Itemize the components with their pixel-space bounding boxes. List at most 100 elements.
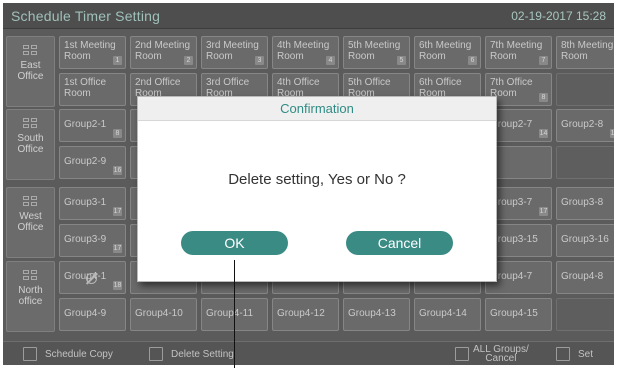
office-name: East Office [17,60,44,82]
group-number-badge: 14 [539,129,548,138]
group-cell-label: Group4-10 [135,308,183,319]
group-cell-label: 2nd Meeting Room [135,40,191,62]
group-number-badge: 1 [113,56,122,65]
set-button[interactable]: Set [556,346,608,364]
office-icon [23,196,39,207]
group-cell-label: 7th Meeting Room [490,40,543,62]
group-cell[interactable]: 6th Meeting Room 6 [414,36,481,69]
group-cell[interactable]: 1st Office Room [59,73,126,106]
office-icon [23,45,39,56]
group-cell[interactable]: Group3-16 [556,224,614,257]
group-cell[interactable]: 5th Meeting Room 5 [343,36,410,69]
copy-icon [23,347,37,361]
group-number-badge: 17 [539,207,548,216]
group-cell-label: 1st Office Room [64,77,107,99]
group-cell[interactable]: Group4-8 [556,261,614,294]
schedule-copy-button[interactable]: Schedule Copy [23,346,133,364]
group-cell-label: Group4-13 [348,308,396,319]
group-cell[interactable]: Group4-12 [272,298,339,331]
group-cell[interactable]: 7th Meeting Room 7 [485,36,552,69]
dialog-title: Confirmation [138,97,496,121]
office-label-1[interactable]: South Office [6,109,55,180]
group-number-badge: 8 [539,93,548,102]
group-cell-label: Group4-8 [561,271,604,282]
grid-icon [455,347,469,361]
group-cell[interactable] [556,146,614,179]
group-cell-label: Group4-11 [206,308,254,319]
group-cell-label: Group4-15 [490,308,538,319]
group-cell-label: 5th Meeting Room [348,40,401,62]
group-number-badge: 7 [539,56,548,65]
clock-readout: 02-19-2017 15:28 [511,9,606,23]
group-cell[interactable]: Group4-9 [59,298,126,331]
no-entry-icon [86,273,97,284]
dialog-message: Delete setting, Yes or No ? [228,171,406,188]
group-cell-label: Group4-14 [419,308,467,319]
all-groups-cancel-button[interactable]: ALL Groups/ Cancel [455,344,551,364]
delete-setting-button[interactable]: Delete Setting [149,346,259,364]
screen: Schedule Timer Setting 02-19-2017 15:28 … [3,3,614,365]
delete-icon [149,347,163,361]
all-groups-label: ALL Groups/ Cancel [473,344,529,364]
group-cell-label: 1st Meeting Room [64,40,116,62]
schedule-copy-label: Schedule Copy [45,349,113,360]
group-number-badge: 4 [326,56,335,65]
group-cell-label: Group2-8 [561,119,604,130]
group-number-badge: 2 [184,56,193,65]
group-number-badge: 5 [397,56,406,65]
group-cell[interactable]: 3rd Meeting Room 3 [201,36,268,69]
office-name: West Office [17,211,44,233]
group-number-badge: 15 [610,129,614,138]
group-cell[interactable]: Group4-10 [130,298,197,331]
group-number-badge: 6 [468,56,477,65]
office-label-3[interactable]: North office [6,261,55,332]
title-bar: Schedule Timer Setting 02-19-2017 15:28 [3,3,614,29]
ok-button[interactable]: OK [181,231,288,255]
office-label-0[interactable]: East Office [6,36,55,107]
set-label: Set [578,349,594,360]
group-cell-label: Group2-1 [64,119,107,130]
group-cell[interactable]: Group3-9 17 [59,224,126,257]
group-number-badge: 8 [113,129,122,138]
group-cell[interactable]: Group2-9 16 [59,146,126,179]
group-cell[interactable]: Group3-8 [556,187,614,220]
office-icon [23,270,39,281]
group-cell-label: Group4-9 [64,308,107,319]
group-cell[interactable] [556,298,614,331]
group-number-badge: 18 [113,281,122,290]
group-cell[interactable]: 8th Meeting Room [556,36,614,69]
office-name: North office [18,285,43,307]
group-cell[interactable]: Group3-1 17 [59,187,126,220]
bottom-toolbar: Schedule Copy Delete Setting ALL Groups/… [3,341,614,365]
confirmation-dialog: Confirmation Delete setting, Yes or No ?… [137,96,497,282]
group-cell[interactable]: Group4-14 [414,298,481,331]
group-cell[interactable]: Group4-13 [343,298,410,331]
group-cell[interactable]: 2nd Meeting Room 2 [130,36,197,69]
check-icon [556,347,570,361]
group-cell-label: 4th Meeting Room [277,40,330,62]
group-cell[interactable]: Group4-15 [485,298,552,331]
group-cell[interactable]: Group2-8 15 [556,109,614,142]
group-cell-label: Group3-15 [490,234,538,245]
group-cell-label: Group3-1 [64,197,107,208]
group-cell-label: 3rd Meeting Room [206,40,259,62]
group-cell-label: 8th Meeting Room [561,40,614,62]
group-cell[interactable]: 4th Meeting Room 4 [272,36,339,69]
cancel-button[interactable]: Cancel [346,231,453,255]
group-cell-label: Group3-16 [561,234,609,245]
group-cell[interactable]: 1st Meeting Room 1 [59,36,126,69]
group-cell-label: 6th Meeting Room [419,40,472,62]
pointer-line [234,260,235,368]
group-cell-label: Group3-9 [64,234,107,245]
page-title: Schedule Timer Setting [11,8,161,24]
group-cell-label: Group4-12 [277,308,325,319]
office-label-2[interactable]: West Office [6,187,55,258]
office-icon [23,118,39,129]
group-number-badge: 16 [113,166,122,175]
group-cell[interactable]: Group2-1 8 [59,109,126,142]
group-cell[interactable] [556,73,614,106]
group-cell[interactable]: Group4-1 18 [59,261,126,294]
group-number-badge: 17 [113,244,122,253]
group-number-badge: 17 [113,207,122,216]
office-name: South Office [17,133,44,155]
